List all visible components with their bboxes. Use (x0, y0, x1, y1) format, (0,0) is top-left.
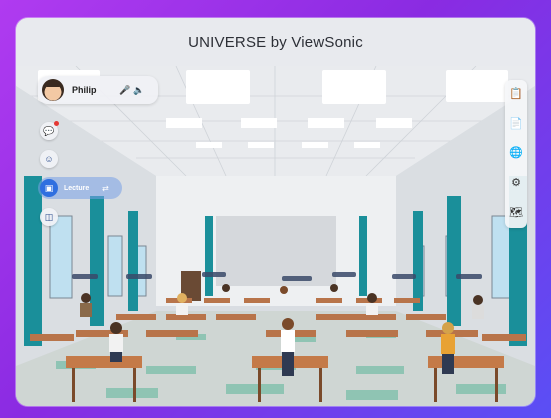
swap-icon[interactable]: ⇄ (102, 184, 109, 193)
user-name: Philip (72, 85, 97, 95)
user-profile-pill[interactable]: Philip 🎤 🔈 (38, 76, 158, 104)
screen-cast-button[interactable]: ◫ (40, 208, 58, 226)
right-toolbar: 📋 📄 🌐 ⚙ 🗺 (505, 80, 527, 228)
classroom-render (16, 66, 535, 406)
classroom-3d-scene[interactable] (16, 66, 535, 406)
window-title-bar: UNIVERSE by ViewSonic (16, 18, 535, 67)
settings-gear-icon[interactable]: ⚙ (511, 178, 521, 189)
notification-badge (54, 121, 59, 126)
microphone-icon[interactable]: 🎤 (118, 85, 132, 96)
screen-cast-icon: ◫ (44, 211, 54, 222)
document-icon[interactable]: 📄 (509, 118, 523, 130)
lecture-mode-button[interactable]: ▣ Lecture ⇄ (38, 177, 122, 199)
speaker-icon[interactable]: 🔈 (132, 85, 146, 96)
chat-button[interactable]: 💬 (40, 121, 59, 140)
avatar (42, 79, 64, 101)
lecture-label: Lecture (64, 184, 90, 192)
map-icon[interactable]: 🗺 (509, 207, 523, 219)
emoji-icon: ☺ (44, 154, 54, 164)
globe-icon[interactable]: 🌐 (509, 148, 523, 159)
chat-bubbles-icon: 💬 (43, 125, 55, 136)
window-title: UNIVERSE by ViewSonic (188, 33, 363, 51)
app-window: UNIVERSE by ViewSonic Philip 🎤 🔈 💬 ☺ ▣ L… (16, 18, 535, 406)
lecture-board-icon: ▣ (40, 179, 58, 197)
emoji-button[interactable]: ☺ (40, 150, 58, 168)
clipboard-icon[interactable]: 📋 (509, 89, 523, 100)
